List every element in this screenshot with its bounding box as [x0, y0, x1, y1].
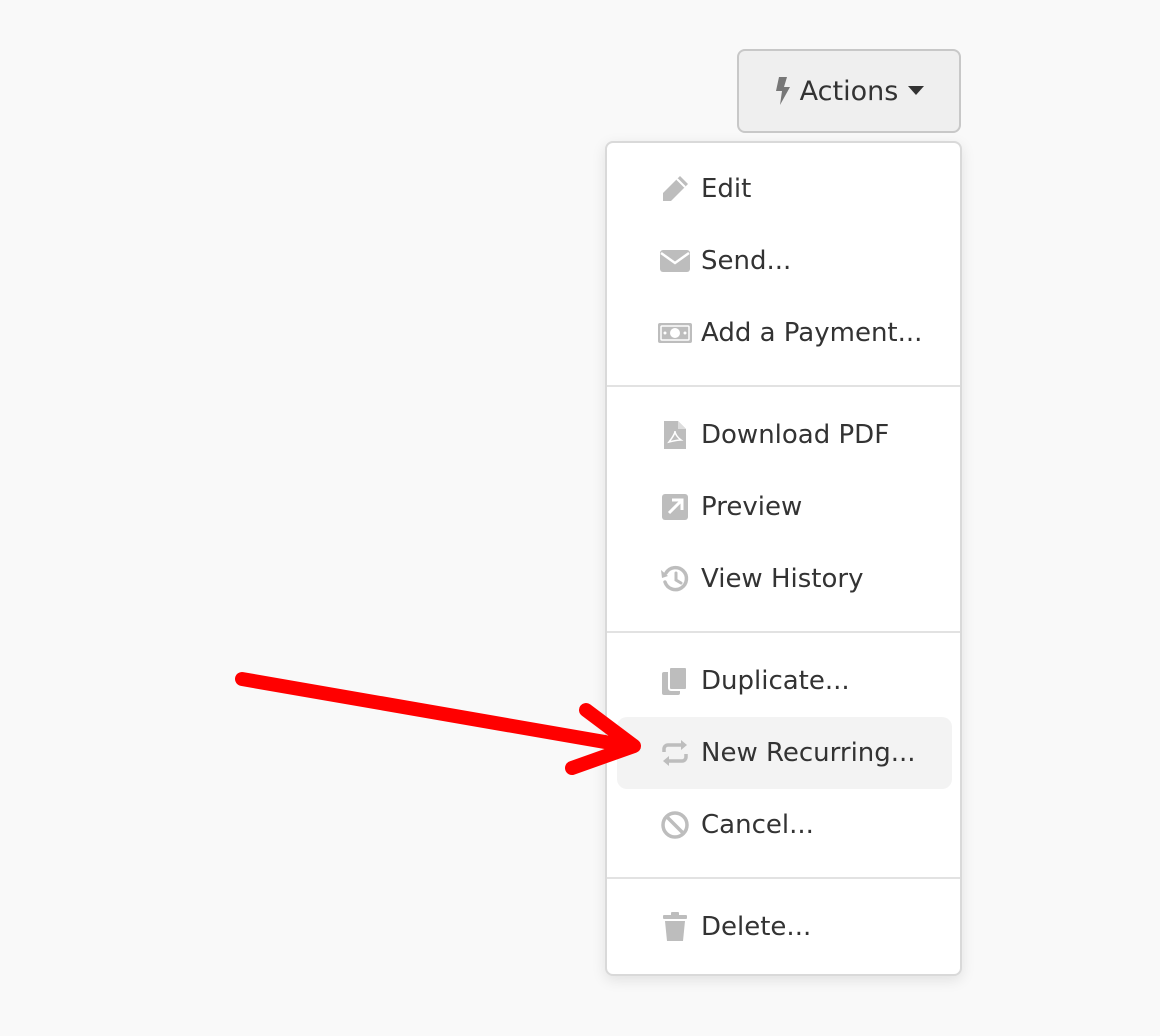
- menu-item-cancel[interactable]: Cancel...: [617, 789, 952, 861]
- recurring-icon: [657, 735, 693, 771]
- menu-item-label: Add a Payment...: [701, 318, 923, 348]
- menu-divider: [607, 631, 960, 633]
- menu-item-view-history[interactable]: View History: [617, 543, 952, 615]
- ban-icon: [657, 807, 693, 843]
- history-icon: [657, 561, 693, 597]
- menu-item-duplicate[interactable]: Duplicate...: [617, 645, 952, 717]
- menu-item-delete[interactable]: Delete...: [617, 891, 952, 963]
- menu-item-label: Cancel...: [701, 810, 814, 840]
- external-link-icon: [657, 489, 693, 525]
- menu-divider: [607, 385, 960, 387]
- menu-item-label: Download PDF: [701, 420, 890, 450]
- annotation-arrow: [235, 672, 641, 775]
- menu-item-label: Delete...: [701, 912, 812, 942]
- copy-icon: [657, 663, 693, 699]
- menu-item-new-recurring[interactable]: New Recurring...: [617, 717, 952, 789]
- menu-item-label: New Recurring...: [701, 738, 916, 768]
- menu-item-label: Send...: [701, 246, 792, 276]
- bolt-icon: [775, 77, 790, 105]
- pdf-file-icon: [657, 417, 693, 453]
- envelope-icon: [657, 243, 693, 279]
- menu-item-label: Duplicate...: [701, 666, 850, 696]
- trash-icon: [657, 909, 693, 945]
- menu-item-send[interactable]: Send...: [617, 225, 952, 297]
- menu-item-edit[interactable]: Edit: [617, 153, 952, 225]
- menu-item-label: Preview: [701, 492, 803, 522]
- menu-item-label: Edit: [701, 174, 752, 204]
- money-icon: [657, 315, 693, 351]
- menu-divider: [607, 877, 960, 879]
- actions-dropdown-button[interactable]: Actions: [737, 49, 961, 133]
- caret-down-icon: [908, 86, 925, 95]
- menu-item-preview[interactable]: Preview: [617, 471, 952, 543]
- menu-item-add-payment[interactable]: Add a Payment...: [617, 297, 952, 369]
- actions-button-label: Actions: [799, 75, 899, 107]
- menu-item-download-pdf[interactable]: Download PDF: [617, 399, 952, 471]
- menu-item-label: View History: [701, 564, 864, 594]
- actions-dropdown-menu: Edit Send... Add a Payment... Download P…: [605, 141, 962, 976]
- pencil-icon: [657, 171, 693, 207]
